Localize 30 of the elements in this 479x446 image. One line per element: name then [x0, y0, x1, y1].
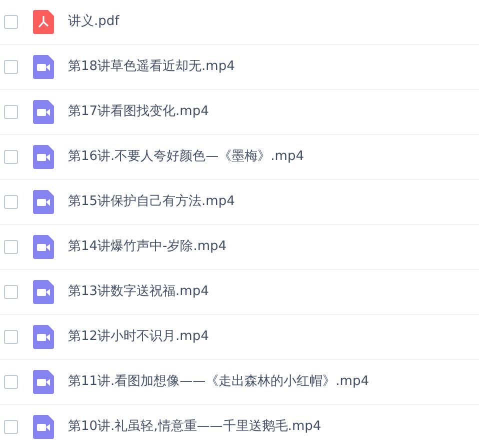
video-file-icon — [33, 325, 54, 349]
video-file-icon — [33, 415, 54, 439]
video-file-icon — [33, 100, 54, 124]
checkbox[interactable] — [4, 150, 18, 164]
file-name[interactable]: 第12讲小时不识月.mp4 — [68, 327, 209, 347]
video-file-icon — [33, 55, 54, 79]
checkbox[interactable] — [4, 420, 18, 434]
file-name[interactable]: 第17讲看图找变化.mp4 — [68, 102, 209, 122]
file-name[interactable]: 第14讲爆竹声中-岁除.mp4 — [68, 237, 227, 257]
file-name[interactable]: 第11讲.看图加想像——《走出森林的小红帽》.mp4 — [68, 372, 369, 392]
checkbox[interactable] — [4, 330, 18, 344]
file-name[interactable]: 第13讲数字送祝福.mp4 — [68, 282, 209, 302]
pdf-file-icon — [33, 10, 54, 34]
file-name[interactable]: 第15讲保护自己有方法.mp4 — [68, 192, 235, 212]
file-name[interactable]: 第10讲.礼虽轻,情意重——千里送鹅毛.mp4 — [68, 417, 322, 437]
checkbox[interactable] — [4, 375, 18, 389]
checkbox[interactable] — [4, 60, 18, 74]
checkbox[interactable] — [4, 105, 18, 119]
checkbox[interactable] — [4, 240, 18, 254]
video-file-icon — [33, 190, 54, 214]
video-file-icon — [33, 280, 54, 304]
video-file-icon — [33, 145, 54, 169]
checkbox[interactable] — [4, 285, 18, 299]
video-file-icon — [33, 235, 54, 259]
checkbox[interactable] — [4, 15, 18, 29]
file-name[interactable]: 讲义.pdf — [68, 12, 120, 32]
file-name[interactable]: 第16讲.不要人夸好颜色—《墨梅》.mp4 — [68, 147, 304, 167]
checkbox[interactable] — [4, 195, 18, 209]
file-name[interactable]: 第18讲草色遥看近却无.mp4 — [68, 57, 235, 77]
video-file-icon — [33, 370, 54, 394]
